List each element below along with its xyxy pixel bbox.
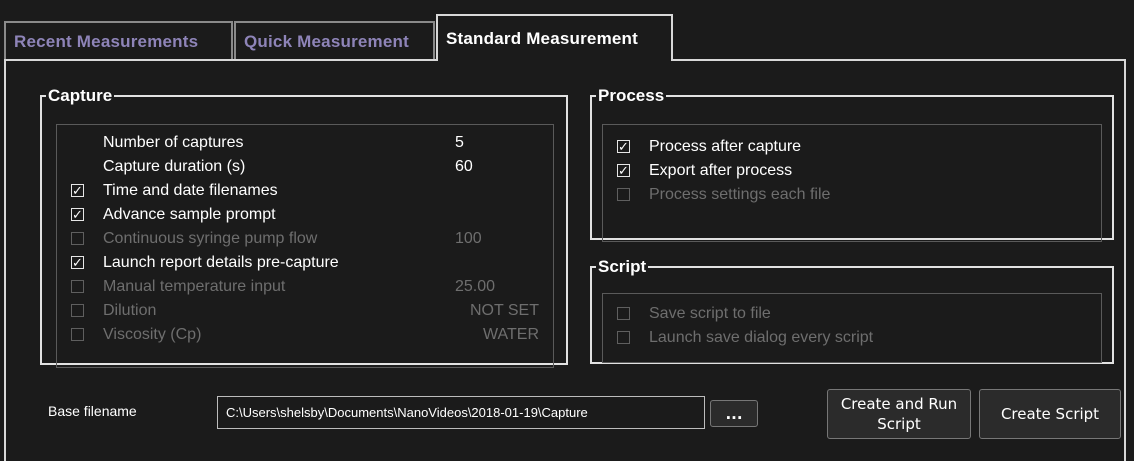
number-of-captures-label: Number of captures — [103, 134, 244, 151]
dilution-checkbox — [71, 304, 84, 317]
create-script-button[interactable]: Create Script — [979, 389, 1121, 439]
capture-row-viscosity: Viscosity (Cp) WATER — [57, 323, 553, 347]
create-and-run-script-button[interactable]: Create and Run Script — [827, 389, 971, 439]
process-row-process-after-capture[interactable]: ✓ Process after capture — [603, 135, 1101, 159]
script-row-launch-save-dialog: Launch save dialog every script — [603, 326, 1101, 350]
continuous-syringe-pump-flow-label: Continuous syringe pump flow — [103, 230, 318, 247]
process-row-export-after-process[interactable]: ✓ Export after process — [603, 159, 1101, 183]
script-group-title: Script — [598, 257, 647, 276]
capture-duration-value[interactable]: 60 — [455, 158, 473, 176]
number-of-captures-value[interactable]: 5 — [455, 134, 464, 152]
process-group-title: Process — [598, 86, 665, 105]
capture-row-capture-duration: Capture duration (s) 60 — [57, 155, 553, 179]
tab-quick-measurement-label: Quick Measurement — [244, 32, 409, 51]
process-row-process-settings-each-file: Process settings each file — [603, 183, 1101, 207]
process-options-box: ✓ Process after capture ✓ Export after p… — [602, 124, 1102, 242]
capture-row-dilution: Dilution NOT SET — [57, 299, 553, 323]
manual-temperature-input-label: Manual temperature input — [103, 278, 286, 295]
capture-row-launch-report-details[interactable]: ✓ Launch report details pre-capture — [57, 251, 553, 275]
advance-sample-prompt-label: Advance sample prompt — [103, 206, 276, 223]
capture-options-box: Number of captures 5 Capture duration (s… — [56, 124, 554, 368]
launch-report-details-checkbox[interactable]: ✓ — [71, 256, 84, 269]
export-after-process-label: Export after process — [649, 162, 793, 179]
capture-row-manual-temperature-input: Manual temperature input 25.00 — [57, 275, 553, 299]
tab-standard-measurement[interactable]: Standard Measurement — [436, 14, 673, 61]
continuous-syringe-pump-flow-value: 100 — [455, 230, 482, 247]
tab-quick-measurement[interactable]: Quick Measurement — [234, 21, 435, 61]
manual-temperature-input-value: 25.00 — [455, 278, 496, 295]
capture-row-time-date-filenames[interactable]: ✓ Time and date filenames — [57, 179, 553, 203]
viscosity-label: Viscosity (Cp) — [103, 326, 202, 343]
save-script-to-file-checkbox — [617, 307, 630, 320]
script-row-save-script-to-file: Save script to file — [603, 302, 1101, 326]
browse-button[interactable]: ... — [710, 400, 758, 427]
save-script-to-file-label: Save script to file — [649, 305, 771, 322]
process-settings-each-file-checkbox — [617, 188, 630, 201]
manual-temperature-input-checkbox — [71, 280, 84, 293]
continuous-syringe-pump-flow-checkbox — [71, 232, 84, 245]
tab-recent-measurements[interactable]: Recent Measurements — [4, 21, 233, 61]
viscosity-value: WATER — [483, 326, 539, 343]
dilution-label: Dilution — [103, 302, 157, 319]
launch-save-dialog-checkbox — [617, 331, 630, 344]
base-filename-label: Base filename — [48, 403, 137, 419]
launch-save-dialog-label: Launch save dialog every script — [649, 329, 874, 346]
capture-row-advance-sample-prompt[interactable]: ✓ Advance sample prompt — [57, 203, 553, 227]
dilution-value: NOT SET — [469, 302, 539, 319]
capture-row-number-of-captures: Number of captures 5 — [57, 131, 553, 155]
advance-sample-prompt-checkbox[interactable]: ✓ — [71, 208, 84, 221]
process-after-capture-checkbox[interactable]: ✓ — [617, 140, 630, 153]
capture-group: Capture Number of captures 5 Capture dur… — [40, 86, 568, 368]
time-date-filenames-checkbox[interactable]: ✓ — [71, 184, 84, 197]
export-after-process-checkbox[interactable]: ✓ — [617, 164, 630, 177]
process-group: Process ✓ Process after capture ✓ Export… — [590, 86, 1114, 242]
script-options-box: Save script to file Launch save dialog e… — [602, 293, 1102, 363]
tab-bar: Recent Measurements Quick Measurement St… — [4, 13, 674, 61]
viscosity-checkbox — [71, 328, 84, 341]
process-settings-each-file-label: Process settings each file — [649, 186, 831, 203]
tab-recent-measurements-label: Recent Measurements — [14, 32, 199, 51]
capture-group-title: Capture — [48, 86, 113, 105]
launch-report-details-label: Launch report details pre-capture — [103, 254, 339, 271]
base-filename-input[interactable] — [217, 396, 705, 429]
process-after-capture-label: Process after capture — [649, 138, 802, 155]
capture-row-continuous-syringe-pump-flow: Continuous syringe pump flow 100 — [57, 227, 553, 251]
script-group: Script Save script to file Launch save d… — [590, 258, 1114, 364]
tab-standard-measurement-label: Standard Measurement — [446, 28, 638, 48]
time-date-filenames-label: Time and date filenames — [103, 182, 278, 199]
capture-duration-label: Capture duration (s) — [103, 158, 246, 175]
